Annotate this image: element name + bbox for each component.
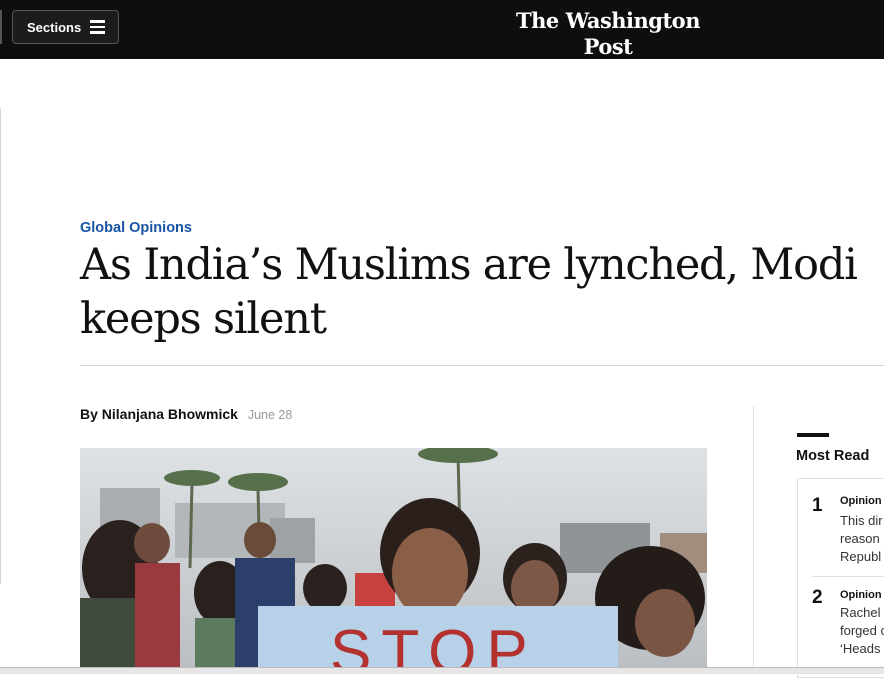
section-kicker-link[interactable]: Global Opinions (80, 220, 192, 236)
protest-sign-text: STOP (330, 618, 538, 673)
top-nav-bar: Sections The Washington Post Democracy D… (0, 0, 884, 74)
most-read-label: Opinion (840, 589, 882, 601)
headline-divider (80, 365, 884, 366)
sections-menu-button[interactable]: Sections (12, 10, 119, 44)
hamburger-menu-icon (90, 20, 106, 34)
most-read-rank: 2 (812, 587, 823, 608)
logo-name: The Washington Post (516, 8, 700, 59)
most-read-headline: This dir reason Republ (840, 513, 883, 564)
page-left-border (0, 108, 1, 584)
author-link[interactable]: Nilanjana Bhowmick (102, 406, 238, 422)
sections-label: Sections (27, 19, 82, 35)
most-read-accent-bar (797, 433, 829, 437)
most-read-heading: Most Read (796, 448, 870, 464)
publish-date: June 28 (247, 408, 293, 422)
nav-left-edge (0, 10, 2, 44)
most-read-label: Opinion (840, 495, 882, 507)
most-read-list: 1 Opinion This dir reason Republ 2 Opini… (797, 478, 884, 678)
byline: By Nilanjana Bhowmick June 28 (80, 406, 292, 422)
logo-tagline: Democracy Dies in Darkness (534, 60, 682, 74)
most-read-headline: Rachel forged c ‘Heads (840, 605, 884, 656)
article-headline: As India’s Muslims are lynched, Modi kee… (80, 240, 858, 344)
most-read-rank: 1 (812, 495, 823, 516)
byline-prefix: By (80, 406, 98, 422)
washington-post-logo[interactable]: The Washington Post Democracy Dies in Da… (508, 8, 708, 74)
most-read-item-1[interactable]: 1 Opinion This dir reason Republ (798, 479, 884, 576)
lead-photo[interactable]: STOP (80, 448, 707, 673)
column-divider (753, 406, 754, 673)
protest-photo-illustration: STOP (80, 448, 707, 673)
most-read-item-2[interactable]: 2 Opinion Rachel forged c ‘Heads (798, 577, 884, 677)
